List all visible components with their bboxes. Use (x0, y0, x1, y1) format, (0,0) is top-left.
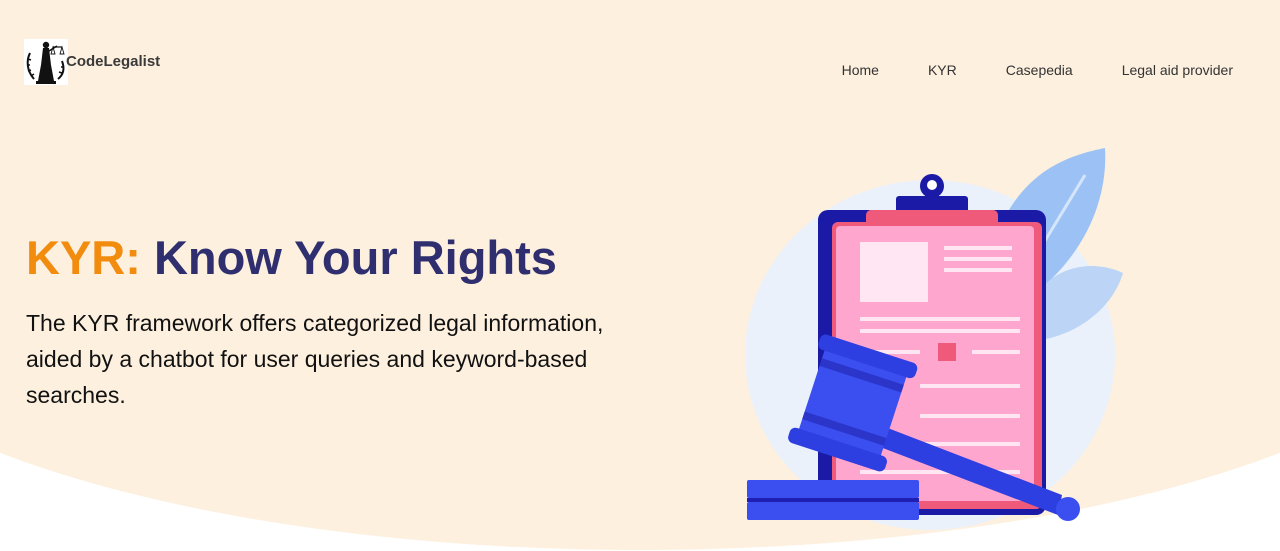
hero-title-main: Know Your Rights (140, 231, 557, 284)
clipboard-and-gavel-illustration (745, 148, 1123, 530)
hero-title: KYR: Know Your Rights (26, 230, 557, 286)
hero-description: The KYR framework offers categorized leg… (26, 310, 604, 408)
main-nav: Home KYR Casepedia Legal aid provider (842, 62, 1233, 78)
scales-of-justice-icon (24, 39, 68, 85)
site-header: CodeLegalist Home KYR Casepedia Legal ai… (0, 0, 1280, 120)
nav-link-kyr[interactable]: KYR (928, 62, 957, 78)
nav-link-home[interactable]: Home (842, 62, 879, 78)
nav-link-casepedia[interactable]: Casepedia (1006, 62, 1073, 78)
hero-title-accent: KYR: (26, 231, 141, 284)
brand-logo[interactable]: CodeLegalist (24, 39, 160, 85)
nav-link-legal-aid-provider[interactable]: Legal aid provider (1122, 62, 1233, 78)
page: CodeLegalist Home KYR Casepedia Legal ai… (0, 0, 1280, 551)
brand-name: CodeLegalist (66, 52, 161, 70)
